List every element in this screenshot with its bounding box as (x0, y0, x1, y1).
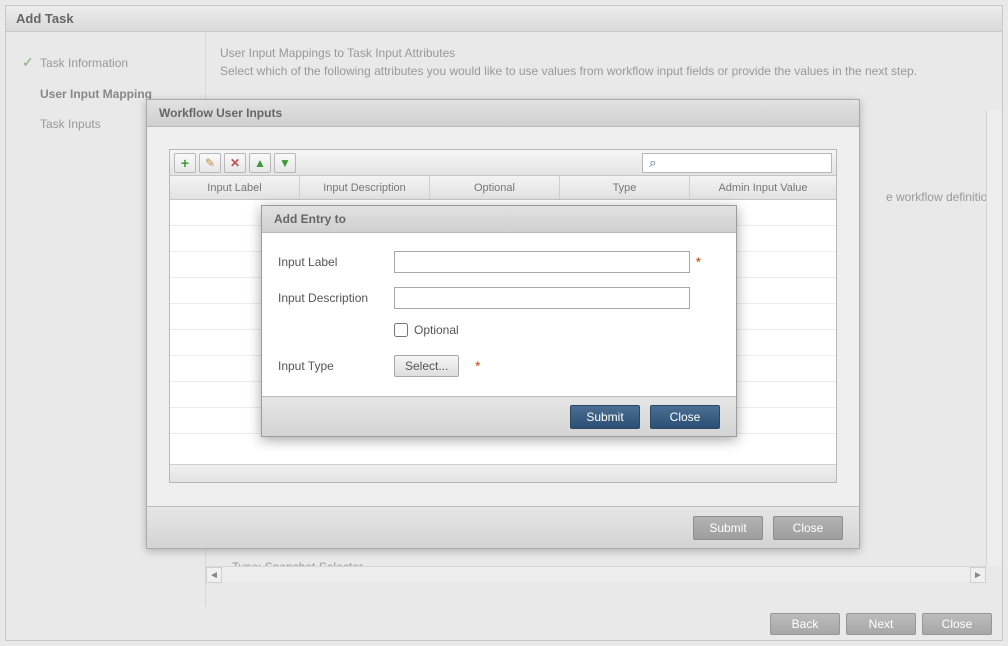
vertical-scrollbar[interactable] (986, 110, 1002, 566)
dialog-title: Add Entry to (262, 206, 736, 233)
label-input-description: Input Description (278, 291, 394, 305)
label-input-label: Input Label (278, 255, 394, 269)
dialog-body: Input Label * Input Description Optional… (262, 233, 736, 401)
step-label: User Input Mapping (40, 87, 152, 101)
step-label: Task Inputs (40, 117, 101, 131)
next-button[interactable]: Next (846, 613, 916, 635)
optional-checkbox[interactable] (394, 323, 408, 337)
check-icon: ✓ (22, 54, 40, 71)
grid-header: Input Label Input Description Optional T… (170, 176, 836, 200)
close-button[interactable]: Close (650, 405, 720, 429)
row-input-type: Input Type Select... * (278, 355, 720, 377)
row-input-description: Input Description (278, 287, 720, 309)
input-description-field[interactable] (394, 287, 690, 309)
dialog-footer: Submit Close (262, 396, 736, 436)
edit-icon[interactable]: ✎ (199, 153, 221, 173)
horizontal-scrollbar[interactable]: ◄ ► (206, 566, 986, 582)
search-icon[interactable]: ⌕ (643, 155, 663, 171)
add-entry-dialog: Add Entry to Input Label * Input Descrip… (261, 205, 737, 437)
label-input-type: Input Type (278, 359, 394, 373)
submit-button[interactable]: Submit (570, 405, 640, 429)
col-admin-input-value[interactable]: Admin Input Value (690, 176, 836, 199)
scroll-left-icon[interactable]: ◄ (206, 567, 222, 583)
select-type-button[interactable]: Select... (394, 355, 459, 377)
wizard-footer: Back Next Close (6, 608, 1002, 640)
delete-icon[interactable]: ✕ (224, 153, 246, 173)
dialog-title: Workflow User Inputs (147, 100, 859, 127)
label-optional: Optional (414, 323, 459, 337)
panel-title: Add Task (6, 6, 1002, 32)
close-button[interactable]: Close (773, 516, 843, 540)
move-down-icon[interactable]: ▼ (274, 153, 296, 173)
bg-hint: e workflow definition (886, 190, 994, 204)
required-icon: * (696, 255, 701, 269)
grid-toolbar: + ✎ ✕ ▲ ▼ ⌕ (170, 150, 836, 176)
submit-button[interactable]: Submit (693, 516, 763, 540)
grid-footer (170, 464, 836, 482)
move-up-icon[interactable]: ▲ (249, 153, 271, 173)
row-input-label: Input Label * (278, 251, 720, 273)
dialog-footer: Submit Close (147, 506, 859, 548)
scroll-right-icon[interactable]: ► (970, 567, 986, 583)
input-label-field[interactable] (394, 251, 690, 273)
intro-line1: User Input Mappings to Task Input Attrib… (220, 44, 988, 62)
col-type[interactable]: Type (560, 176, 690, 199)
intro-text: User Input Mappings to Task Input Attrib… (220, 44, 988, 80)
add-icon[interactable]: + (174, 153, 196, 173)
col-input-description[interactable]: Input Description (300, 176, 430, 199)
intro-line2: Select which of the following attributes… (220, 62, 988, 80)
close-button[interactable]: Close (922, 613, 992, 635)
back-button[interactable]: Back (770, 613, 840, 635)
col-input-label[interactable]: Input Label (170, 176, 300, 199)
search-box: ⌕ (642, 153, 832, 173)
required-icon: * (475, 359, 480, 373)
step-task-information[interactable]: ✓ Task Information (6, 46, 205, 79)
col-optional[interactable]: Optional (430, 176, 560, 199)
row-optional: Optional (278, 323, 720, 337)
search-input[interactable] (663, 157, 831, 169)
step-label: Task Information (40, 56, 128, 70)
